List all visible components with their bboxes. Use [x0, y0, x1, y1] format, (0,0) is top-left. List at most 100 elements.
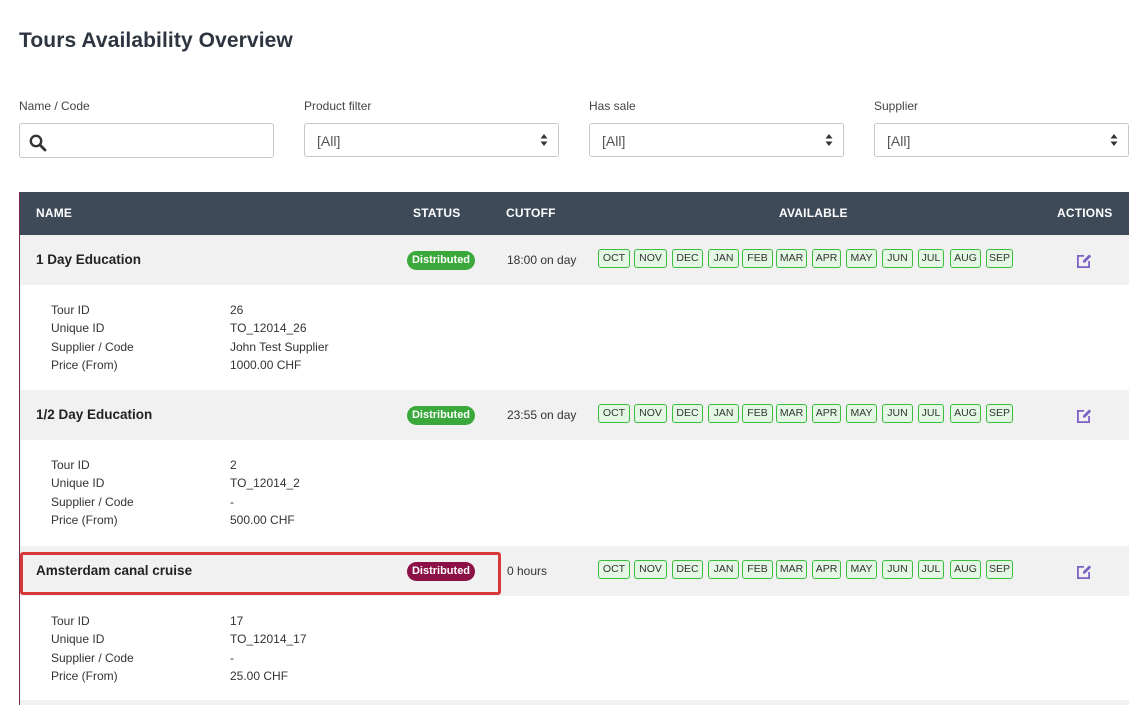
filter-name-code: Name / Code: [19, 98, 274, 158]
has-sale-value: [All]: [602, 133, 626, 149]
month-chip-aug[interactable]: AUG: [950, 249, 981, 268]
product-filter-select[interactable]: [All]: [304, 123, 559, 157]
month-chip-nov[interactable]: NOV: [634, 249, 667, 268]
supplier-code-value: -: [230, 651, 234, 665]
name-code-field[interactable]: [19, 123, 274, 158]
detail-label-price-from: Price (From): [51, 513, 118, 527]
supplier-select[interactable]: [All]: [874, 123, 1129, 157]
supplier-value: [All]: [887, 133, 911, 149]
unique-id-value: TO_12014_2: [230, 476, 300, 490]
detail-label-supplier-code: Supplier / Code: [51, 340, 134, 354]
edit-icon[interactable]: [1075, 251, 1092, 268]
month-chip-jul[interactable]: JUL: [918, 404, 944, 423]
cutoff-value: 23:55 on day: [507, 408, 577, 422]
product-filter-value: [All]: [317, 133, 341, 149]
tour-details: Tour ID 26 Unique ID TO_12014_26 Supplie…: [20, 285, 1129, 390]
search-icon: [29, 134, 47, 152]
tour-id-value: 2: [230, 458, 237, 472]
status-badge: Distributed: [407, 406, 475, 425]
month-chip-jan[interactable]: JAN: [708, 404, 739, 423]
month-chip-may[interactable]: MAY: [846, 404, 877, 423]
month-chip-sep[interactable]: SEP: [986, 404, 1013, 423]
filter-has-sale: Has sale [All]: [589, 98, 844, 157]
month-chip-may[interactable]: MAY: [846, 560, 877, 579]
edit-icon[interactable]: [1075, 562, 1092, 579]
month-chip-jul[interactable]: JUL: [918, 560, 944, 579]
month-chip-mar[interactable]: MAR: [776, 249, 807, 268]
detail-label-supplier-code: Supplier / Code: [51, 651, 134, 665]
table-row[interactable]: 1 Day Education Distributed 18:00 on day…: [20, 235, 1129, 285]
month-chip-sep[interactable]: SEP: [986, 560, 1013, 579]
month-chip-mar[interactable]: MAR: [776, 560, 807, 579]
sort-arrows-icon: [1110, 134, 1118, 146]
filters-bar: Name / Code Product filter [All] Has sal…: [19, 98, 1129, 162]
month-chip-feb[interactable]: FEB: [742, 404, 773, 423]
month-chip-may[interactable]: MAY: [846, 249, 877, 268]
month-chip-jul[interactable]: JUL: [918, 249, 944, 268]
name-code-input[interactable]: [56, 130, 266, 152]
table-header: NAME STATUS CUTOFF AVAILABLE ACTIONS: [20, 192, 1129, 235]
month-chip-dec[interactable]: DEC: [672, 560, 703, 579]
header-actions: ACTIONS: [1057, 206, 1113, 220]
detail-label-tour-id: Tour ID: [51, 303, 90, 317]
sort-arrows-icon: [825, 134, 833, 146]
month-chip-aug[interactable]: AUG: [950, 404, 981, 423]
month-chip-dec[interactable]: DEC: [672, 404, 703, 423]
price-from-value: 500.00 CHF: [230, 513, 295, 527]
tour-name[interactable]: Amsterdam canal cruise: [36, 563, 192, 578]
filter-has-sale-label: Has sale: [589, 99, 636, 113]
sort-arrows-icon: [540, 134, 548, 146]
supplier-code-value: John Test Supplier: [230, 340, 329, 354]
month-chip-feb[interactable]: FEB: [742, 560, 773, 579]
month-chip-apr[interactable]: APR: [812, 404, 841, 423]
detail-label-tour-id: Tour ID: [51, 614, 90, 628]
table-row[interactable]: Amsterdam canal cruise Distributed 0 hou…: [20, 546, 1129, 596]
tours-table: NAME STATUS CUTOFF AVAILABLE ACTIONS 1 D…: [19, 192, 1129, 705]
month-chip-apr[interactable]: APR: [812, 560, 841, 579]
month-chip-apr[interactable]: APR: [812, 249, 841, 268]
unique-id-value: TO_12014_17: [230, 632, 307, 646]
header-name[interactable]: NAME: [36, 192, 72, 235]
unique-id-value: TO_12014_26: [230, 321, 307, 335]
month-chip-oct[interactable]: OCT: [598, 249, 630, 268]
filter-supplier-label: Supplier: [874, 99, 919, 113]
month-chip-jan[interactable]: JAN: [708, 560, 739, 579]
detail-label-unique-id: Unique ID: [51, 632, 105, 646]
header-available: AVAILABLE: [779, 206, 848, 220]
status-badge: Distributed: [407, 562, 475, 581]
month-chip-nov[interactable]: NOV: [634, 560, 667, 579]
detail-label-unique-id: Unique ID: [51, 476, 105, 490]
header-status[interactable]: STATUS: [413, 192, 460, 235]
page-title: Tours Availability Overview: [19, 29, 293, 52]
price-from-value: 1000.00 CHF: [230, 358, 302, 372]
next-row-edge: [20, 700, 1129, 705]
detail-label-price-from: Price (From): [51, 358, 118, 372]
month-chip-jun[interactable]: JUN: [882, 404, 913, 423]
filter-product: Product filter [All]: [304, 98, 559, 157]
month-chip-oct[interactable]: OCT: [598, 560, 630, 579]
price-from-value: 25.00 CHF: [230, 669, 289, 683]
filter-supplier: Supplier [All]: [874, 98, 1129, 157]
tour-name[interactable]: 1 Day Education: [36, 252, 141, 267]
header-cutoff[interactable]: CUTOFF: [506, 192, 556, 235]
month-chip-nov[interactable]: NOV: [634, 404, 667, 423]
month-chip-feb[interactable]: FEB: [742, 249, 773, 268]
month-chip-sep[interactable]: SEP: [986, 249, 1013, 268]
tour-name[interactable]: 1/2 Day Education: [36, 407, 152, 422]
detail-label-tour-id: Tour ID: [51, 458, 90, 472]
cutoff-value: 18:00 on day: [507, 253, 577, 267]
month-chip-jun[interactable]: JUN: [882, 560, 913, 579]
tour-id-value: 26: [230, 303, 244, 317]
filter-product-label: Product filter: [304, 99, 372, 113]
month-chip-jun[interactable]: JUN: [882, 249, 913, 268]
detail-label-unique-id: Unique ID: [51, 321, 105, 335]
month-chip-mar[interactable]: MAR: [776, 404, 807, 423]
has-sale-select[interactable]: [All]: [589, 123, 844, 157]
tour-details: Tour ID 17 Unique ID TO_12014_17 Supplie…: [20, 596, 1129, 701]
edit-icon[interactable]: [1075, 406, 1092, 423]
month-chip-dec[interactable]: DEC: [672, 249, 703, 268]
month-chip-oct[interactable]: OCT: [598, 404, 630, 423]
month-chip-jan[interactable]: JAN: [708, 249, 739, 268]
table-row[interactable]: 1/2 Day Education Distributed 23:55 on d…: [20, 390, 1129, 440]
month-chip-aug[interactable]: AUG: [950, 560, 981, 579]
